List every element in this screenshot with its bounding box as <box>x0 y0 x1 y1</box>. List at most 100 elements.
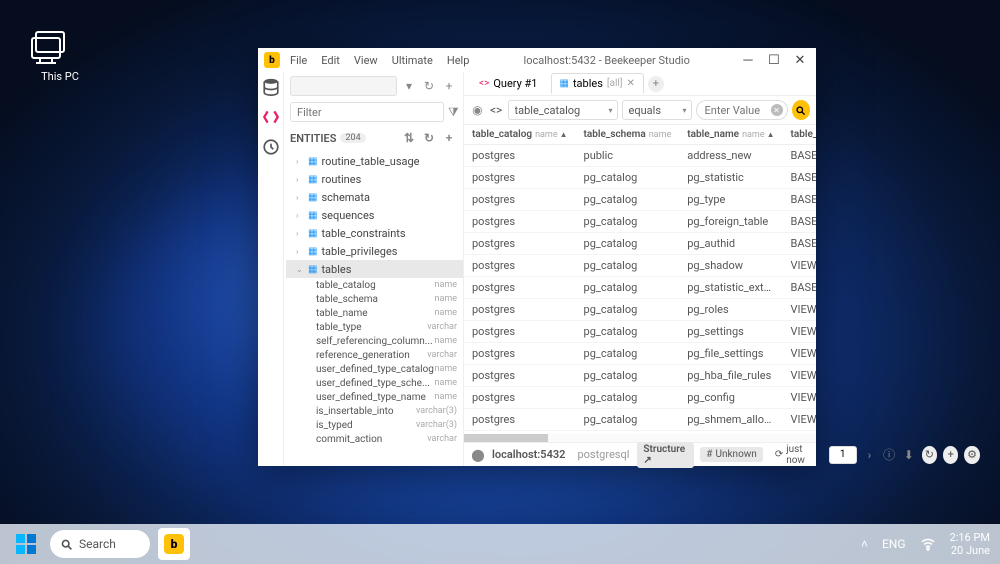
data-grid[interactable]: table_catalogname▲table_schemanametable_… <box>464 125 816 434</box>
tab-query[interactable]: <> Query #1 <box>470 73 547 94</box>
refresh-icon[interactable]: ↻ <box>421 130 437 146</box>
table-cell[interactable]: pg_foreign_table <box>679 211 782 233</box>
table-cell[interactable]: pg_shadow <box>679 255 782 277</box>
table-cell[interactable]: pg_catalog <box>576 255 680 277</box>
refresh-icon[interactable]: ↻ <box>421 78 437 94</box>
column-item[interactable]: table_schemaname <box>286 292 463 306</box>
table-cell[interactable]: pg_catalog <box>576 343 680 365</box>
code-icon[interactable]: <> <box>489 102 504 118</box>
table-cell[interactable]: postgres <box>464 387 576 409</box>
page-input[interactable] <box>829 446 857 464</box>
minimize-button[interactable]: ─ <box>738 50 758 70</box>
table-cell[interactable]: postgres <box>464 211 576 233</box>
query-icon[interactable] <box>262 108 280 126</box>
table-row[interactable]: postgrespg_catalogpg_settingsVIEW <box>464 321 816 343</box>
table-cell[interactable]: postgres <box>464 255 576 277</box>
table-cell[interactable]: postgres <box>464 299 576 321</box>
horizontal-scrollbar[interactable] <box>464 434 816 442</box>
table-cell[interactable]: pg_statistic <box>679 167 782 189</box>
column-item[interactable]: is_insertable_intovarchar(3) <box>286 404 463 418</box>
column-item[interactable]: user_defined_type_catalogname <box>286 362 463 376</box>
tree-item-table_privileges[interactable]: ›▦table_privileges <box>286 242 463 260</box>
tree-item-routine_table_usage[interactable]: ›▦routine_table_usage <box>286 152 463 170</box>
tree-item-routines[interactable]: ›▦routines <box>286 170 463 188</box>
filter-column-select[interactable]: table_catalog <box>508 100 618 120</box>
table-row[interactable]: postgrespg_catalogpg_shmem_alloca...VIEW <box>464 409 816 431</box>
table-cell[interactable]: postgres <box>464 321 576 343</box>
table-cell[interactable]: VIEW <box>783 409 816 431</box>
table-cell[interactable]: postgres <box>464 167 576 189</box>
table-row[interactable]: postgrespublicaddress_newBASE TABLE <box>464 145 816 167</box>
column-item[interactable]: reference_generationvarchar <box>286 348 463 362</box>
table-cell[interactable]: BASE TABLE <box>783 189 816 211</box>
column-item[interactable]: table_catalogname <box>286 278 463 292</box>
menu-file[interactable]: File <box>284 52 313 69</box>
table-row[interactable]: postgrespg_catalogpg_rolesVIEW <box>464 299 816 321</box>
table-row[interactable]: postgrespg_catalogpg_statistic_ext_d...B… <box>464 277 816 299</box>
table-cell[interactable]: pg_file_settings <box>679 343 782 365</box>
column-item[interactable]: table_namename <box>286 306 463 320</box>
taskbar-search[interactable]: Search <box>50 530 150 558</box>
table-cell[interactable]: pg_hba_file_rules <box>679 365 782 387</box>
column-header-table_type[interactable]: table_typevarch <box>783 125 816 145</box>
column-item[interactable]: table_typevarchar <box>286 320 463 334</box>
table-cell[interactable]: pg_catalog <box>576 365 680 387</box>
table-cell[interactable]: pg_settings <box>679 321 782 343</box>
table-cell[interactable]: pg_catalog <box>576 299 680 321</box>
table-cell[interactable]: BASE TABLE <box>783 167 816 189</box>
menu-help[interactable]: Help <box>441 52 476 69</box>
desktop-icon-this-pc[interactable]: This PC <box>30 30 90 83</box>
taskbar-app-beekeeper[interactable]: b <box>158 528 190 560</box>
download-icon[interactable]: ⬇ <box>902 447 916 463</box>
table-cell[interactable]: VIEW <box>783 321 816 343</box>
next-page-icon[interactable]: › <box>863 447 877 463</box>
table-cell[interactable]: address_new <box>679 145 782 167</box>
table-row[interactable]: postgrespg_catalogpg_authidBASE TABLE <box>464 233 816 255</box>
table-cell[interactable]: pg_authid <box>679 233 782 255</box>
close-button[interactable]: ✕ <box>790 50 810 70</box>
titlebar[interactable]: b File Edit View Ultimate Help localhost… <box>258 48 816 72</box>
table-cell[interactable]: BASE TABLE <box>783 211 816 233</box>
history-icon[interactable] <box>262 138 280 156</box>
table-row[interactable]: postgrespg_catalogpg_hba_file_rulesVIEW <box>464 365 816 387</box>
start-button[interactable] <box>10 528 42 560</box>
column-header-table_catalog[interactable]: table_catalogname▲ <box>464 125 576 145</box>
table-row[interactable]: postgrespg_catalogpg_configVIEW <box>464 387 816 409</box>
table-cell[interactable]: pg_shmem_alloca... <box>679 409 782 431</box>
table-cell[interactable]: postgres <box>464 409 576 431</box>
apply-filter-button[interactable] <box>792 100 810 120</box>
chevron-down-icon[interactable]: ▾ <box>401 78 417 94</box>
tab-close-icon[interactable]: ✕ <box>627 78 635 89</box>
table-cell[interactable]: pg_catalog <box>576 189 680 211</box>
add-icon[interactable]: + <box>441 130 457 146</box>
table-row[interactable]: postgrespg_catalogpg_typeBASE TABLE <box>464 189 816 211</box>
table-cell[interactable]: BASE TABLE <box>783 233 816 255</box>
settings-button[interactable]: ⚙ <box>964 446 979 464</box>
table-cell[interactable]: VIEW <box>783 365 816 387</box>
table-cell[interactable]: postgres <box>464 365 576 387</box>
tray-chevron-icon[interactable]: ˄ <box>861 537 868 551</box>
table-cell[interactable]: public <box>576 145 680 167</box>
structure-button[interactable]: Structure ↗ <box>637 442 694 468</box>
database-icon[interactable] <box>262 78 280 96</box>
column-item[interactable]: is_typedvarchar(3) <box>286 418 463 432</box>
table-row[interactable]: postgrespg_catalogpg_foreign_tableBASE T… <box>464 211 816 233</box>
table-cell[interactable]: BASE TABLE <box>783 277 816 299</box>
table-cell[interactable]: VIEW <box>783 387 816 409</box>
tab-tables[interactable]: ▦ tables [all] ✕ <box>551 73 644 94</box>
filter-op-select[interactable]: equals <box>622 100 692 120</box>
table-row[interactable]: postgrespg_catalogpg_shadowVIEW <box>464 255 816 277</box>
filter-icon[interactable]: ⧩ <box>448 104 459 120</box>
tray-clock[interactable]: 2:16 PM 20 June <box>950 531 990 557</box>
table-cell[interactable]: pg_catalog <box>576 387 680 409</box>
refresh-button[interactable]: ↻ <box>922 446 937 464</box>
wifi-icon[interactable] <box>920 536 936 552</box>
tree-item-tables[interactable]: ⌄▦tables <box>286 260 463 278</box>
table-cell[interactable]: pg_catalog <box>576 277 680 299</box>
table-cell[interactable]: VIEW <box>783 343 816 365</box>
add-row-button[interactable]: + <box>943 446 958 464</box>
expand-collapse-icon[interactable]: ⇅ <box>401 130 417 146</box>
table-cell[interactable]: pg_config <box>679 387 782 409</box>
table-cell[interactable]: pg_catalog <box>576 167 680 189</box>
column-item[interactable]: user_defined_type_sche...name <box>286 376 463 390</box>
